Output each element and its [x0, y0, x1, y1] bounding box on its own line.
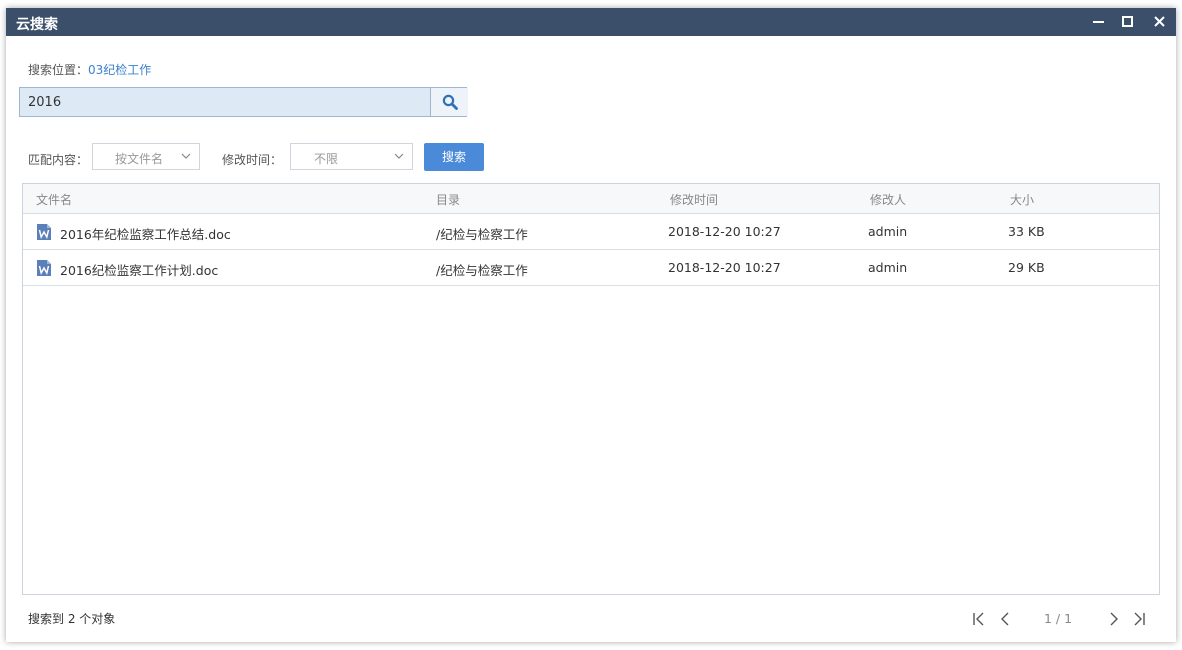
file-directory: /纪检与检察工作	[436, 227, 528, 242]
title-bar[interactable]: 云搜索	[6, 8, 1176, 36]
file-modified-time: 2018-12-20 10:27	[668, 260, 781, 275]
search-button[interactable]: 搜索	[424, 143, 484, 171]
search-location: 搜索位置：03纪检工作	[28, 61, 151, 78]
search-input[interactable]	[20, 88, 430, 116]
search-location-label: 搜索位置：	[28, 63, 89, 77]
minimize-icon[interactable]	[1089, 12, 1109, 32]
cloud-search-window: 云搜索 搜索位置：03纪检工作 匹配内容： 按文件名 修改时间： 不限 搜索 文…	[6, 8, 1176, 642]
file-size: 29 KB	[1008, 260, 1045, 275]
file-name[interactable]: 2016年纪检监察工作总结.doc	[60, 224, 231, 243]
word-doc-icon	[37, 224, 51, 240]
search-location-folder-link[interactable]: 03纪检工作	[88, 63, 151, 77]
file-directory: /纪检与检察工作	[436, 263, 528, 278]
modified-time-value: 不限	[314, 152, 339, 166]
table-row[interactable]: 2016年纪检监察工作总结.doc /纪检与检察工作 2018-12-20 10…	[23, 214, 1159, 250]
file-size: 33 KB	[1008, 224, 1045, 239]
column-header-filename[interactable]: 文件名	[36, 191, 72, 208]
match-content-label: 匹配内容：	[28, 153, 89, 167]
previous-page-icon[interactable]	[997, 611, 1013, 627]
close-icon[interactable]	[1150, 12, 1170, 32]
file-name[interactable]: 2016纪检监察工作计划.doc	[60, 260, 218, 279]
column-header-modified-time[interactable]: 修改时间	[670, 191, 718, 208]
table-row[interactable]: 2016纪检监察工作计划.doc /纪检与检察工作 2018-12-20 10:…	[23, 250, 1159, 286]
word-doc-icon	[37, 260, 51, 276]
file-modified-by: admin	[868, 224, 908, 239]
search-icon-button[interactable]	[430, 88, 468, 116]
column-header-size[interactable]: 大小	[1010, 191, 1034, 208]
first-page-icon[interactable]	[971, 611, 987, 627]
match-content-value: 按文件名	[115, 152, 164, 166]
last-page-icon[interactable]	[1131, 611, 1147, 627]
maximize-icon[interactable]	[1118, 12, 1138, 32]
page-indicator: 1 / 1	[1044, 611, 1073, 626]
chevron-down-icon	[394, 153, 404, 159]
next-page-icon[interactable]	[1106, 611, 1122, 627]
results-table: 文件名 目录 修改时间 修改人 大小 2016年纪检监察工作总结.doc /纪检…	[22, 183, 1160, 595]
result-count: 搜索到 2 个对象	[28, 612, 116, 626]
match-content-select[interactable]: 按文件名	[92, 143, 200, 170]
file-modified-by: admin	[868, 260, 908, 275]
modified-time-select[interactable]: 不限	[290, 143, 413, 170]
search-icon	[442, 94, 458, 110]
column-header-directory[interactable]: 目录	[436, 191, 460, 208]
window-title: 云搜索	[16, 17, 58, 33]
table-header: 文件名 目录 修改时间 修改人 大小	[23, 184, 1159, 214]
modified-time-label: 修改时间：	[222, 153, 283, 167]
file-modified-time: 2018-12-20 10:27	[668, 224, 781, 239]
column-header-modified-by[interactable]: 修改人	[870, 191, 906, 208]
search-box	[19, 87, 468, 117]
chevron-down-icon	[181, 153, 191, 159]
